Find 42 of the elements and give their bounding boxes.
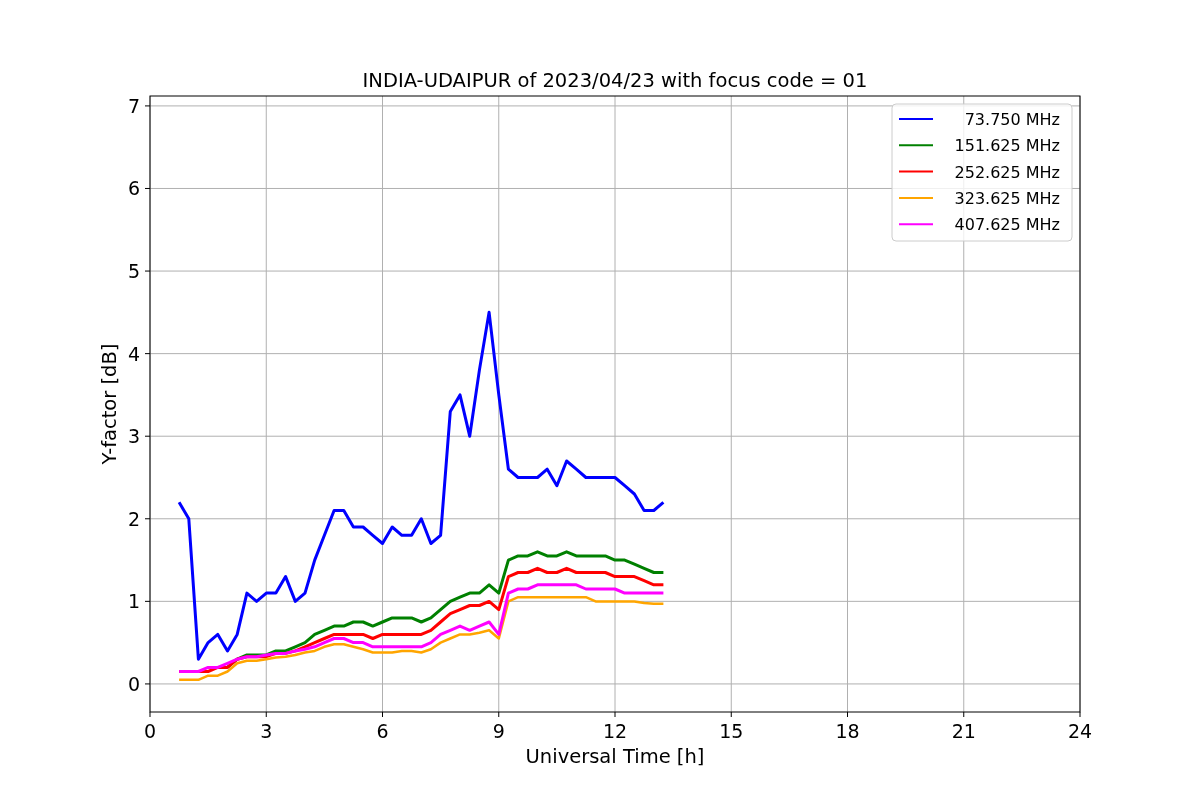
y-tick-label: 4 bbox=[127, 342, 140, 365]
tick-mark bbox=[144, 435, 151, 437]
tick-mark bbox=[149, 711, 151, 718]
legend-label: 252.625 MHz bbox=[954, 162, 1060, 182]
tick-mark bbox=[614, 711, 616, 718]
y-tick-label: 3 bbox=[127, 425, 140, 448]
y-tick-label: 6 bbox=[127, 177, 140, 200]
tick-mark bbox=[144, 600, 151, 602]
tick-mark bbox=[144, 683, 151, 685]
y-axis-label: Y-factor [dB] bbox=[98, 343, 121, 465]
x-tick-label: 3 bbox=[260, 720, 273, 742]
legend-label: 407.625 MHz bbox=[954, 215, 1060, 235]
tick-mark bbox=[144, 518, 151, 520]
x-tick-label: 0 bbox=[143, 720, 157, 742]
x-tick-label: 6 bbox=[376, 720, 389, 742]
x-tick-label: 24 bbox=[1067, 720, 1093, 742]
x-tick-label: 15 bbox=[719, 720, 744, 742]
tick-mark bbox=[265, 711, 267, 718]
legend-label: 323.625 MHz bbox=[954, 188, 1060, 208]
legend-label: 151.625 MHz bbox=[954, 136, 1060, 156]
y-tick-label: 5 bbox=[127, 260, 140, 283]
y-tick-label: 2 bbox=[127, 507, 140, 530]
tick-mark bbox=[963, 711, 965, 718]
tick-mark bbox=[144, 270, 151, 272]
tick-mark bbox=[847, 711, 848, 718]
x-tick-label: 21 bbox=[951, 720, 976, 742]
x-tick-label: 12 bbox=[602, 720, 628, 742]
y-tick-label: 1 bbox=[127, 590, 140, 613]
y-tick-label: 0 bbox=[127, 672, 140, 695]
tick-mark bbox=[144, 188, 151, 189]
chart-title: INDIA-UDAIPUR of 2023/04/23 with focus code = 01 bbox=[362, 69, 868, 92]
tick-mark bbox=[730, 711, 732, 718]
x-axis-label: Universal Time [h] bbox=[525, 745, 705, 768]
y-tick-label: 7 bbox=[127, 94, 140, 117]
x-tick-label: 18 bbox=[835, 720, 860, 742]
tick-mark bbox=[498, 711, 500, 718]
tick-mark bbox=[1079, 711, 1081, 718]
tick-mark bbox=[144, 105, 151, 107]
tick-mark bbox=[144, 353, 151, 355]
x-tick-label: 9 bbox=[492, 720, 505, 742]
tick-mark bbox=[382, 711, 383, 718]
legend-label: 73.750 MHz bbox=[964, 110, 1060, 129]
